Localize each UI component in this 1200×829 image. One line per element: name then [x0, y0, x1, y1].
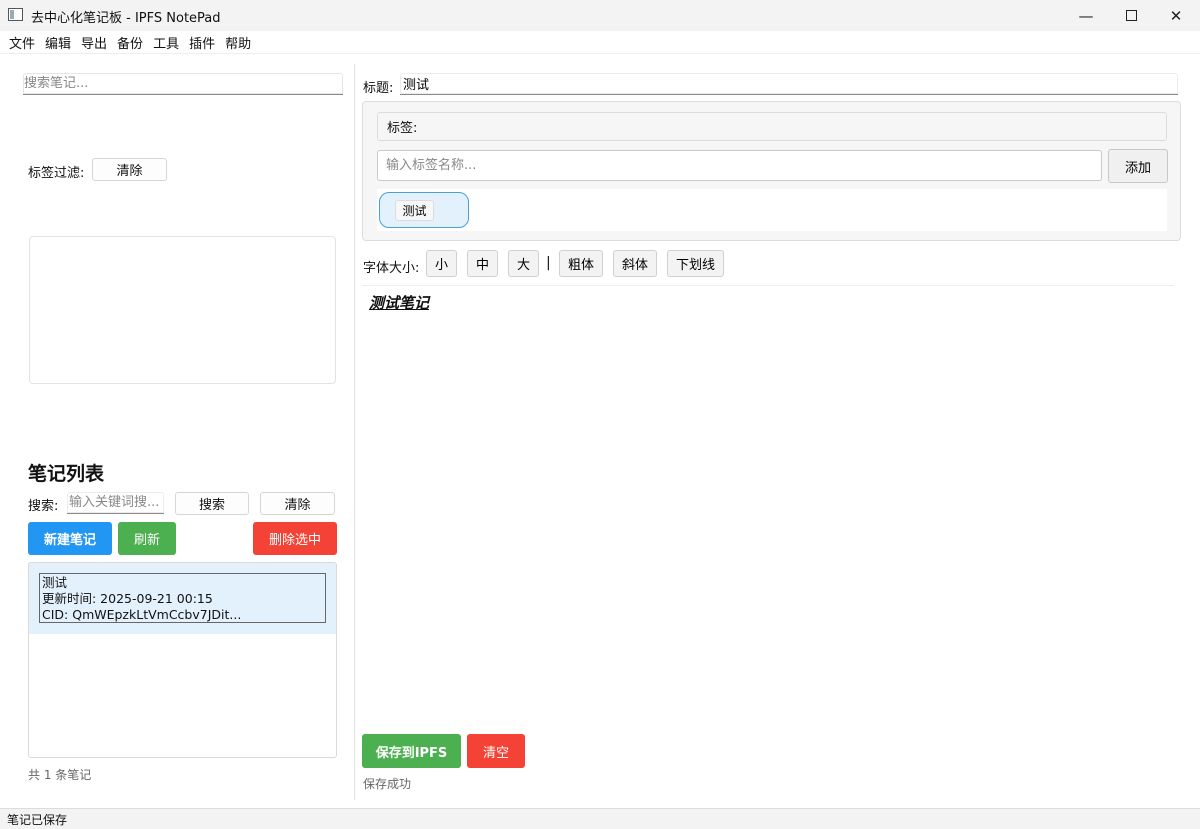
note-item-updated: 更新时间: 2025-09-21 00:15 [42, 591, 213, 606]
tag-list: 测试 [377, 189, 1167, 231]
minimize-button[interactable]: — [1063, 0, 1109, 31]
save-status: 保存成功 [363, 777, 412, 791]
note-item-cid: CID: QmWEpzkLtVmCcbv7JDit... [42, 607, 242, 622]
font-medium-button[interactable]: 中 [467, 250, 498, 277]
maximize-icon [1125, 10, 1137, 21]
minimize-icon: — [1078, 6, 1094, 25]
tag-chip-button[interactable]: 测试 [395, 200, 434, 221]
tags-header: 标签: [377, 112, 1167, 141]
tag-panel: 标签: 添加 测试 [362, 101, 1181, 241]
note-editor[interactable]: 测试笔记 [362, 286, 1174, 726]
keyword-clear-button[interactable]: 清除 [260, 492, 335, 515]
add-tag-button[interactable]: 添加 [1108, 149, 1168, 183]
note-list[interactable]: 测试 更新时间: 2025-09-21 00:15 CID: QmWEpzkLt… [28, 562, 337, 758]
notes-list-heading: 笔记列表 [28, 463, 105, 485]
main-area: 标签过滤: 清除 笔记列表 搜索: 搜索 清除 新建笔记 刷新 删除选中 测试 … [0, 54, 1200, 808]
save-to-ipfs-button[interactable]: 保存到IPFS [362, 734, 461, 768]
note-list-item-content[interactable]: 测试 更新时间: 2025-09-21 00:15 CID: QmWEpzkLt… [39, 573, 326, 623]
font-large-button[interactable]: 大 [508, 250, 539, 277]
close-button[interactable]: ✕ [1153, 0, 1199, 31]
italic-button[interactable]: 斜体 [613, 250, 657, 277]
tag-filter-label: 标签过滤: [28, 166, 85, 181]
menu-help[interactable]: 帮助 [220, 33, 256, 52]
tag-chip[interactable]: 测试 [379, 192, 469, 228]
delete-selected-button[interactable]: 删除选中 [253, 522, 337, 555]
tags-header-label: 标签: [387, 121, 418, 136]
note-title-input[interactable] [400, 73, 1178, 95]
keyword-search-input[interactable] [67, 492, 164, 514]
editor-content[interactable]: 测试笔记 [369, 292, 429, 313]
menu-tools[interactable]: 工具 [148, 33, 184, 52]
refresh-button[interactable]: 刷新 [118, 522, 176, 555]
title-label: 标题: [363, 81, 394, 96]
menu-backup[interactable]: 备份 [112, 33, 148, 52]
title-bar: 去中心化笔记板 - IPFS NotePad — ✕ [0, 0, 1200, 31]
search-notes-input[interactable] [23, 73, 343, 95]
toolbar-separator: | [546, 255, 551, 271]
clear-editor-button[interactable]: 清空 [467, 734, 525, 768]
tag-name-input[interactable] [377, 150, 1102, 181]
maximize-button[interactable] [1108, 0, 1154, 31]
note-count: 共 1 条笔记 [28, 768, 92, 782]
app-icon [8, 8, 23, 21]
menu-plugins[interactable]: 插件 [184, 33, 220, 52]
keyword-search-label: 搜索: [28, 499, 59, 514]
font-small-button[interactable]: 小 [426, 250, 457, 277]
tag-filter-list[interactable] [29, 236, 336, 384]
menu-export[interactable]: 导出 [76, 33, 112, 52]
tag-filter-clear-button[interactable]: 清除 [92, 158, 167, 181]
menu-edit[interactable]: 编辑 [40, 33, 76, 52]
status-bar: 笔记已保存 [0, 808, 1200, 829]
window-title: 去中心化笔记板 - IPFS NotePad [31, 11, 221, 26]
note-item-title: 测试 [42, 575, 68, 590]
status-text: 笔记已保存 [7, 812, 68, 827]
new-note-button[interactable]: 新建笔记 [28, 522, 112, 555]
note-list-item[interactable]: 测试 更新时间: 2025-09-21 00:15 CID: QmWEpzkLt… [29, 563, 336, 634]
keyword-search-button[interactable]: 搜索 [175, 492, 249, 515]
menu-bar: 文件 编辑 导出 备份 工具 插件 帮助 [0, 31, 1200, 54]
panel-divider[interactable] [354, 64, 355, 800]
underline-button[interactable]: 下划线 [667, 250, 724, 277]
close-icon: ✕ [1169, 6, 1183, 25]
bold-button[interactable]: 粗体 [559, 250, 603, 277]
font-size-label: 字体大小: [363, 261, 420, 276]
menu-file[interactable]: 文件 [4, 33, 40, 52]
